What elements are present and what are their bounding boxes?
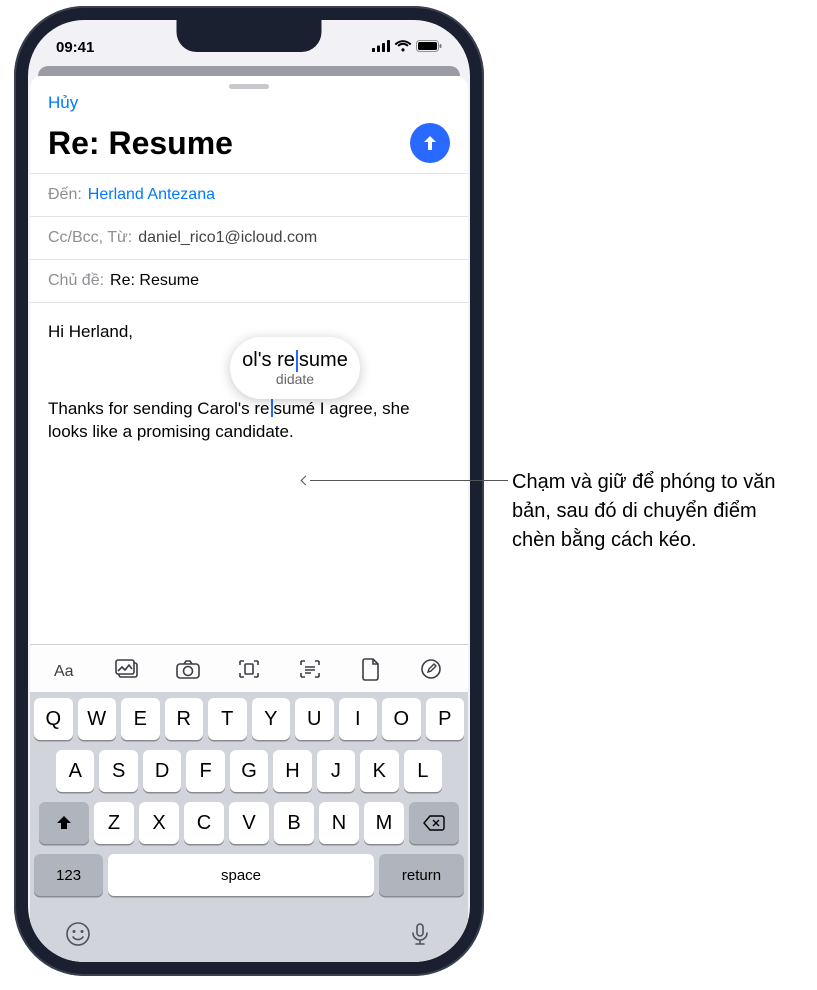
cancel-button[interactable]: Hủy (30, 93, 468, 117)
key-l[interactable]: L (404, 750, 442, 792)
key-k[interactable]: K (360, 750, 398, 792)
key-d[interactable]: D (143, 750, 181, 792)
text-magnifier: ol's resume didate (230, 337, 360, 399)
compose-sheet: Hủy Re: Resume Đến: Herland Antezana Cc/… (30, 76, 468, 962)
notch (177, 20, 322, 52)
loupe-text-2: didate (276, 372, 314, 387)
space-key[interactable]: space (108, 854, 374, 896)
dictation-key[interactable] (406, 920, 434, 948)
key-p[interactable]: P (426, 698, 465, 740)
shift-key[interactable] (39, 802, 89, 844)
phone-frame: 09:41 Hủy Re: Resume (14, 6, 484, 976)
key-row-1: Q W E R T Y U I O P (34, 698, 464, 740)
key-m[interactable]: M (364, 802, 404, 844)
key-j[interactable]: J (317, 750, 355, 792)
key-a[interactable]: A (56, 750, 94, 792)
format-icon[interactable]: Aa (50, 653, 82, 685)
callout-leader-line (310, 480, 508, 481)
scan-document-icon[interactable] (233, 653, 265, 685)
keyboard-toolbar: Aa (30, 644, 468, 692)
cellular-icon (372, 39, 390, 56)
key-o[interactable]: O (382, 698, 421, 740)
key-v[interactable]: V (229, 802, 269, 844)
key-h[interactable]: H (273, 750, 311, 792)
loupe-text-1b: sume (299, 349, 348, 371)
markup-icon[interactable] (415, 653, 447, 685)
cc-field[interactable]: Cc/Bcc, Từ: daniel_rico1@icloud.com (30, 216, 468, 259)
key-z[interactable]: Z (94, 802, 134, 844)
key-u[interactable]: U (295, 698, 334, 740)
scan-text-icon[interactable] (294, 653, 326, 685)
cc-label: Cc/Bcc, Từ: (48, 229, 132, 247)
battery-icon (416, 39, 442, 56)
key-c[interactable]: C (184, 802, 224, 844)
key-g[interactable]: G (230, 750, 268, 792)
sheet-behind (38, 66, 460, 76)
emoji-key[interactable] (64, 920, 92, 948)
body-text-before-cursor: Thanks for sending Carol's re (48, 399, 270, 418)
keyboard[interactable]: Q W E R T Y U I O P A S D F G H (30, 692, 468, 962)
wifi-icon (394, 39, 412, 56)
photos-icon[interactable] (111, 653, 143, 685)
key-i[interactable]: I (339, 698, 378, 740)
key-f[interactable]: F (186, 750, 224, 792)
insertion-point[interactable] (271, 399, 273, 417)
backspace-key[interactable] (409, 802, 459, 844)
return-key[interactable]: return (379, 854, 464, 896)
subject-label: Chủ đề: (48, 272, 104, 290)
numbers-key[interactable]: 123 (34, 854, 103, 896)
insertion-point-magnified (296, 350, 298, 372)
send-button[interactable] (410, 123, 450, 163)
key-y[interactable]: Y (252, 698, 291, 740)
page-title: Re: Resume (48, 125, 233, 162)
key-x[interactable]: X (139, 802, 179, 844)
svg-text:Aa: Aa (54, 663, 74, 680)
to-value[interactable]: Herland Antezana (88, 186, 215, 204)
loupe-text-1a: ol's re (242, 349, 295, 371)
arrow-up-icon (420, 133, 440, 153)
key-r[interactable]: R (165, 698, 204, 740)
key-w[interactable]: W (78, 698, 117, 740)
to-field[interactable]: Đến: Herland Antezana (30, 173, 468, 216)
key-e[interactable]: E (121, 698, 160, 740)
key-q[interactable]: Q (34, 698, 73, 740)
key-n[interactable]: N (319, 802, 359, 844)
to-label: Đến: (48, 186, 82, 204)
subject-value: Re: Resume (110, 272, 199, 290)
key-b[interactable]: B (274, 802, 314, 844)
key-row-3: Z X C V B N M (34, 802, 464, 844)
key-row-4: 123 space return (34, 854, 464, 896)
key-s[interactable]: S (99, 750, 137, 792)
subject-field[interactable]: Chủ đề: Re: Resume (30, 259, 468, 302)
key-row-2: A S D F G H J K L (34, 750, 464, 792)
message-body[interactable]: Hi Herland, ol's resume didate Thanks fo… (30, 302, 468, 644)
status-time: 09:41 (56, 39, 94, 56)
file-icon[interactable] (355, 653, 387, 685)
camera-icon[interactable] (172, 653, 204, 685)
cc-value: daniel_rico1@icloud.com (138, 229, 317, 247)
callout-text: Chạm và giữ để phóng to văn bản, sau đó … (512, 468, 802, 555)
screen: 09:41 Hủy Re: Resume (28, 20, 470, 962)
sheet-grabber[interactable] (229, 84, 269, 89)
key-t[interactable]: T (208, 698, 247, 740)
